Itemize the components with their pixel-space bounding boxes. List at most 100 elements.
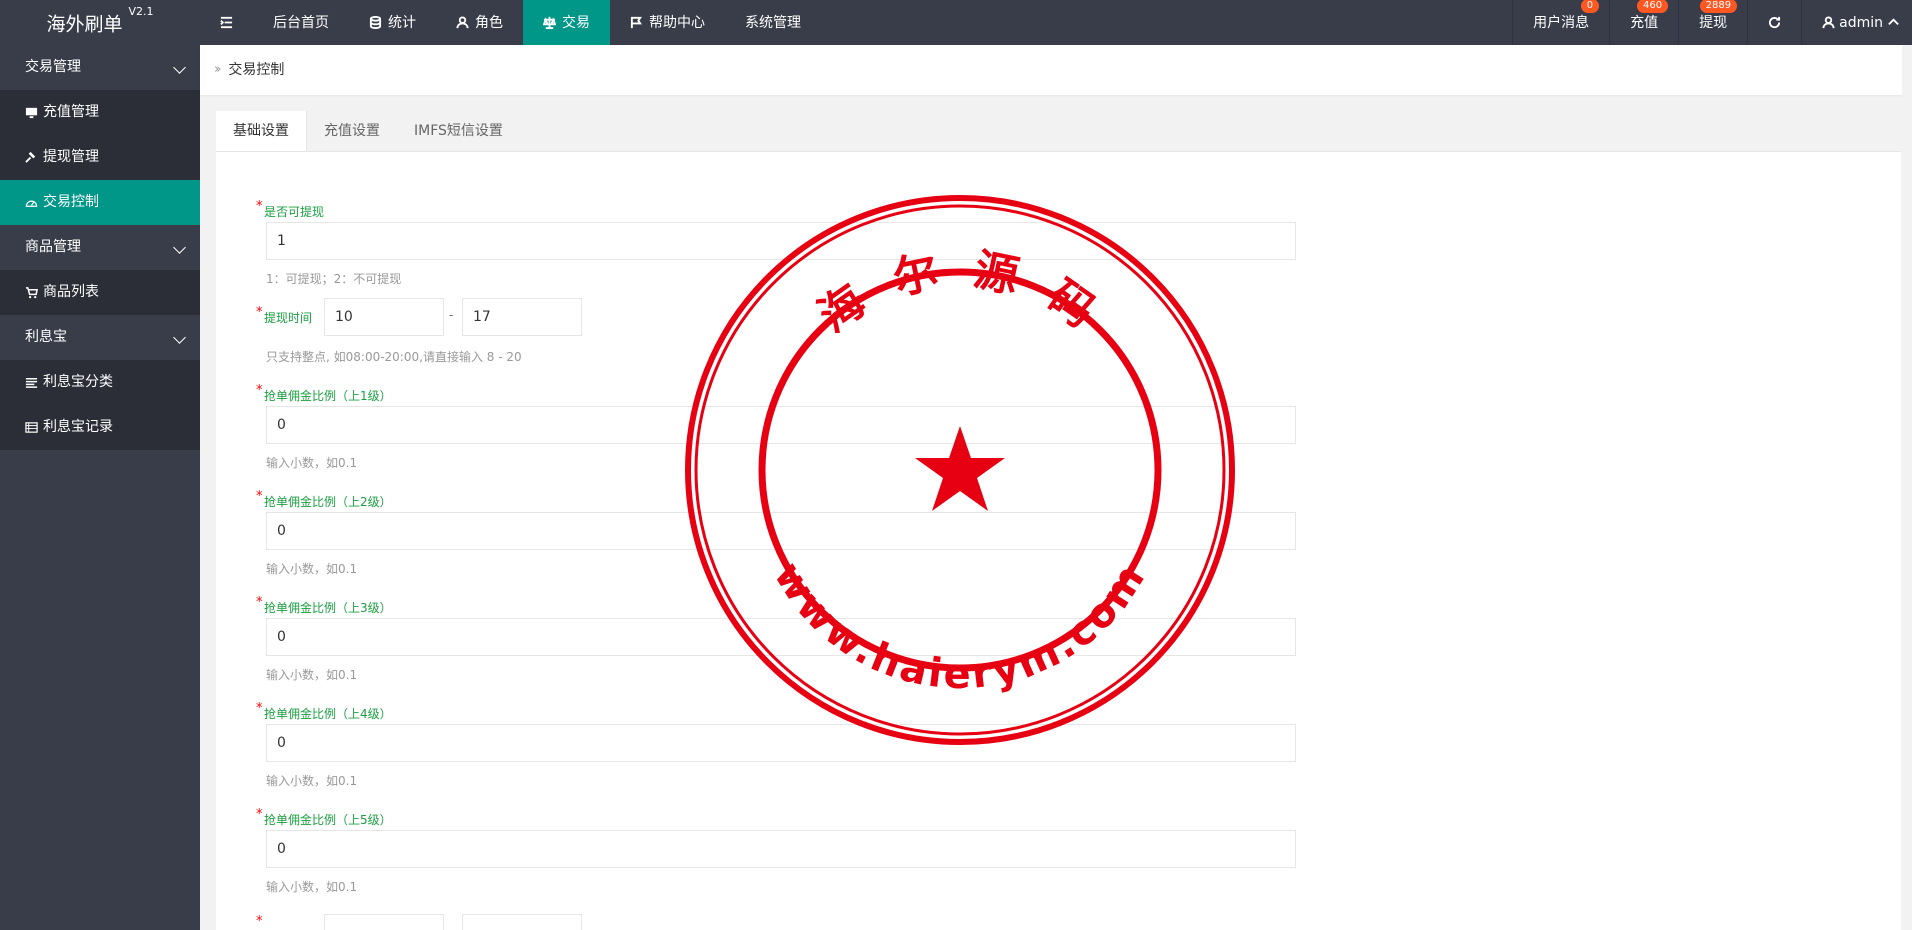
breadcrumb-current[interactable]: 交易控制 <box>228 45 284 95</box>
user-messages-button[interactable]: 用户消息 0 <box>1512 0 1609 45</box>
nav-trade-label: 交易 <box>562 14 590 31</box>
cart-icon <box>25 287 38 299</box>
sidebar-item-withdraw-management[interactable]: 提现管理 <box>0 135 200 180</box>
sidebar-item-trade-control[interactable]: 交易控制 <box>0 180 200 225</box>
commission-level-4-input[interactable] <box>266 724 1296 762</box>
sidebar-item-label: 商品列表 <box>43 284 99 300</box>
can-withdraw-input[interactable] <box>266 222 1296 260</box>
monitor-icon <box>25 107 38 119</box>
settings-panel: 基础设置 充值设置 IMFS短信设置 *是否可提现 1：可提现；2：不可提现 *… <box>216 111 1901 930</box>
required-mark: * <box>256 199 263 214</box>
sidebar-item-interest-records[interactable]: 利息宝记录 <box>0 405 200 450</box>
chevron-down-icon <box>173 241 186 254</box>
nav-roles[interactable]: 角色 <box>436 0 523 45</box>
withdraw-time-label: * 提现时间 <box>256 305 313 326</box>
table-icon <box>25 422 38 433</box>
vertical-scrollbar[interactable] <box>1902 45 1912 930</box>
chevron-down-icon <box>173 331 186 344</box>
withdraw-time-field: * 提现时间 <box>256 299 312 325</box>
commission-level-3-field: * 抢单佣金比例（上3级） <box>256 595 392 616</box>
sidebar-item-label: 利息宝分类 <box>43 374 113 390</box>
nav-home-label: 后台首页 <box>273 14 329 31</box>
commission-level-5-label: * 抢单佣金比例（上5级） <box>256 807 392 828</box>
field-label-text: 是否可提现 <box>264 205 325 219</box>
double-chevron-right-icon: ›› <box>214 62 222 77</box>
sidebar-item-label: 交易控制 <box>43 194 99 210</box>
commission-level-1-field: * 抢单佣金比例（上1级） <box>256 383 392 404</box>
user-icon <box>1822 16 1835 29</box>
commission-level-5-input[interactable] <box>266 830 1296 868</box>
commission-level-3-hint: 输入小数，如0.1 <box>266 668 358 682</box>
commission-level-4-field: * 抢单佣金比例（上4级） <box>256 701 392 722</box>
user-icon <box>456 16 469 29</box>
sidebar-item-label: 利息宝记录 <box>43 419 113 435</box>
top-nav-right: 用户消息 0 充值 460 提现 2889 admin <box>1512 0 1912 45</box>
flag-icon <box>630 16 642 29</box>
recharge-count-badge: 460 <box>1637 0 1669 13</box>
chevron-up-icon <box>1888 18 1899 26</box>
commission-level-4-label: * 抢单佣金比例（上4级） <box>256 701 392 722</box>
field-label-text: 提现时间 <box>264 311 313 325</box>
nav-trade[interactable]: 交易 <box>523 0 610 45</box>
sidebar-item-product-list[interactable]: 商品列表 <box>0 270 200 315</box>
nav-home[interactable]: 后台首页 <box>253 0 349 45</box>
username: admin <box>1839 14 1883 31</box>
can-withdraw-label: * 是否可提现 <box>256 199 325 220</box>
commission-level-2-field: * 抢单佣金比例（上2级） <box>256 489 392 510</box>
sidebar-item-label: 充值管理 <box>43 104 99 120</box>
required-mark: * <box>256 305 263 320</box>
withdraw-button[interactable]: 提现 2889 <box>1678 0 1747 45</box>
field-label-text: 抢单佣金比例（上2级） <box>264 495 392 509</box>
app-logo[interactable]: 海外刷单 V2.1 <box>0 0 200 45</box>
withdraw-time-start-input[interactable] <box>324 298 444 336</box>
commission-level-5-hint: 输入小数，如0.1 <box>266 880 358 894</box>
sidebar-group-trade-management[interactable]: 交易管理 <box>0 45 200 90</box>
withdraw-count-badge: 2889 <box>1699 0 1738 13</box>
field-label-text: 抢单佣金比例（上5级） <box>264 813 392 827</box>
sidebar-item-label: 提现管理 <box>43 149 99 165</box>
commission-level-1-hint: 输入小数，如0.1 <box>266 456 358 470</box>
commission-level-2-hint: 输入小数，如0.1 <box>266 562 358 576</box>
nav-system[interactable]: 系统管理 <box>725 0 821 45</box>
commission-level-1-input[interactable] <box>266 406 1296 444</box>
nav-help-label: 帮助中心 <box>649 14 705 31</box>
app-version: V2.1 <box>128 5 154 18</box>
nav-system-label: 系统管理 <box>745 14 801 31</box>
scale-icon <box>543 16 556 29</box>
commission-level-5-field: * 抢单佣金比例（上5级） <box>256 807 392 828</box>
field-label-text: 抢单佣金比例（上3级） <box>264 601 392 615</box>
tab-imfs-sms-settings[interactable]: IMFS短信设置 <box>397 111 520 151</box>
next-field-end-input[interactable] <box>462 914 582 930</box>
tab-basic-settings[interactable]: 基础设置 <box>216 111 307 151</box>
withdraw-time-separator: - <box>449 308 454 322</box>
top-header: 海外刷单 V2.1 后台首页 统计 角色 交易 帮助中心 系统管理 用户消息 0 <box>0 0 1912 45</box>
commission-level-3-label: * 抢单佣金比例（上3级） <box>256 595 392 616</box>
menu-toggle-button[interactable] <box>200 0 253 45</box>
field-label-text: 抢单佣金比例（上1级） <box>264 389 392 403</box>
withdraw-time-hint: 只支持整点, 如08:00-20:00,请直接输入 8 - 20 <box>266 350 522 364</box>
withdraw-time-end-input[interactable] <box>462 298 582 336</box>
sidebar-item-interest-category[interactable]: 利息宝分类 <box>0 360 200 405</box>
user-menu[interactable]: admin <box>1801 0 1912 45</box>
commission-level-4-hint: 输入小数，如0.1 <box>266 774 358 788</box>
refresh-button[interactable] <box>1747 0 1801 45</box>
nav-statistics[interactable]: 统计 <box>349 0 436 45</box>
top-nav: 后台首页 统计 角色 交易 帮助中心 系统管理 <box>200 0 821 45</box>
commission-level-3-input[interactable] <box>266 618 1296 656</box>
nav-help[interactable]: 帮助中心 <box>610 0 725 45</box>
sidebar-item-recharge-management[interactable]: 充值管理 <box>0 90 200 135</box>
refresh-icon <box>1769 16 1781 29</box>
tab-recharge-settings[interactable]: 充值设置 <box>307 111 397 151</box>
required-mark: * <box>256 383 263 398</box>
required-mark: * <box>256 595 263 610</box>
recharge-button[interactable]: 充值 460 <box>1609 0 1678 45</box>
nav-statistics-label: 统计 <box>388 14 416 31</box>
sidebar-group-label: 交易管理 <box>25 59 81 75</box>
breadcrumb: ›› 交易控制 <box>200 45 1912 95</box>
messages-count-badge: 0 <box>1580 0 1600 13</box>
commission-level-2-input[interactable] <box>266 512 1296 550</box>
sidebar-group-product-management[interactable]: 商品管理 <box>0 225 200 270</box>
field-label-text: 抢单佣金比例（上4级） <box>264 707 392 721</box>
sidebar-group-interest[interactable]: 利息宝 <box>0 315 200 360</box>
next-field-start-input[interactable] <box>324 914 444 930</box>
